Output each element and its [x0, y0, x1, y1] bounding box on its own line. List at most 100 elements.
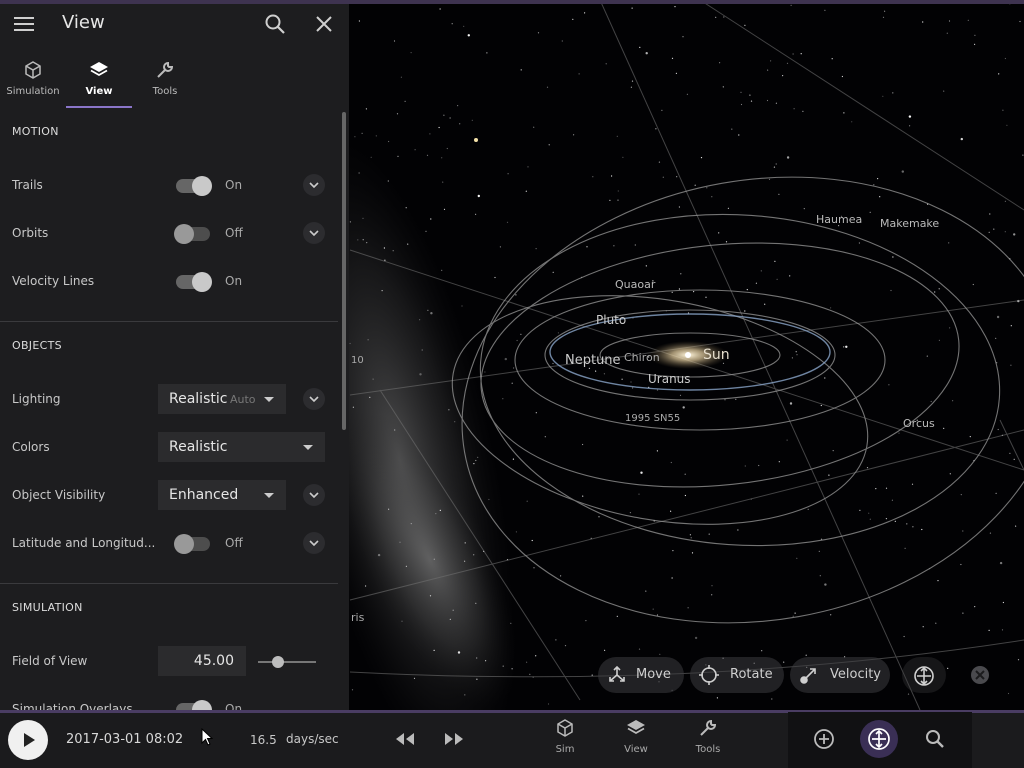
label-edge-10[interactable]: 10: [351, 355, 364, 366]
cube-icon: [557, 719, 573, 737]
label-1995-sn55[interactable]: 1995 SN55: [625, 413, 680, 424]
colors-label: Colors: [12, 440, 50, 454]
layers-icon: [627, 720, 645, 735]
section-motion-heading: MOTION: [12, 125, 59, 138]
trails-expand-button[interactable]: [303, 174, 325, 196]
rotate-button[interactable]: Rotate: [690, 657, 784, 693]
colors-dropdown[interactable]: Realistic: [158, 432, 325, 462]
velocity-lines-toggle[interactable]: [176, 272, 212, 292]
rewind-icon[interactable]: [394, 732, 416, 746]
orbits-expand-button[interactable]: [303, 222, 325, 244]
lighting-label: Lighting: [12, 392, 61, 406]
nav-view[interactable]: View: [611, 718, 661, 755]
section-divider: [0, 583, 338, 584]
nav-tools[interactable]: Tools: [683, 718, 733, 755]
rate-value[interactable]: 16.5: [250, 733, 277, 747]
lighting-expand-button[interactable]: [303, 388, 325, 410]
chevron-down-icon: [309, 230, 319, 237]
orbits-label: Orbits: [12, 226, 49, 240]
chevron-down-icon: [309, 182, 319, 189]
wrench-icon: [157, 61, 174, 78]
menu-icon[interactable]: [14, 13, 34, 33]
lat-long-toggle[interactable]: [174, 534, 210, 554]
chevron-down-icon: [309, 396, 319, 403]
move-button[interactable]: Move: [598, 657, 684, 693]
orbit-camera-icon: [914, 666, 934, 686]
tab-simulation-label: Simulation: [6, 86, 60, 97]
play-button[interactable]: [8, 720, 48, 760]
nav-sim[interactable]: Sim: [540, 718, 590, 755]
rotate-icon: [699, 665, 719, 685]
label-edge-ris[interactable]: ris: [351, 611, 364, 624]
tab-tools[interactable]: Tools: [132, 58, 198, 108]
orbit-mode-button[interactable]: [860, 720, 898, 758]
label-pluto[interactable]: Pluto: [596, 313, 626, 327]
field-of-view-input[interactable]: 45.00: [158, 646, 246, 676]
close-icon[interactable]: [313, 13, 337, 37]
close-camera-button[interactable]: [962, 657, 998, 693]
tab-view-label: View: [85, 86, 113, 97]
field-of-view-label: Field of View: [12, 654, 88, 668]
rate-unit: days/sec: [286, 732, 339, 746]
velocity-label: Velocity: [830, 667, 881, 682]
orbit-camera-button[interactable]: [902, 657, 946, 693]
trails-label: Trails: [12, 178, 43, 192]
section-objects-heading: OBJECTS: [12, 339, 62, 352]
fast-forward-icon[interactable]: [443, 732, 465, 746]
panel-header: View: [0, 0, 349, 50]
field-of-view-slider[interactable]: [258, 656, 316, 668]
move-label: Move: [636, 667, 671, 682]
section-divider: [0, 321, 338, 322]
panel-scrollbar[interactable]: [342, 112, 346, 430]
lighting-sub: Auto: [230, 393, 256, 406]
panel-title: View: [62, 12, 105, 33]
caret-down-icon: [264, 397, 274, 402]
label-quaoar[interactable]: Quaoar: [615, 278, 655, 291]
tab-simulation[interactable]: Simulation: [0, 58, 66, 108]
sim-datetime[interactable]: 2017-03-01 08:02: [66, 732, 183, 747]
zoom-in-button[interactable]: [805, 720, 843, 758]
panel-body[interactable]: MOTION Trails On Orbits Off Velocity Lin…: [0, 108, 340, 710]
view-panel: View Simulation View Tools MOTION Trails…: [0, 0, 349, 710]
caret-down-icon: [303, 445, 313, 450]
label-chiron[interactable]: Chiron: [624, 351, 660, 364]
nav-sim-label: Sim: [555, 744, 575, 755]
trails-toggle[interactable]: [176, 176, 212, 196]
label-haumea[interactable]: Haumea: [816, 213, 862, 226]
label-makemake[interactable]: Makemake: [880, 217, 939, 230]
slider-thumb[interactable]: [271, 656, 284, 668]
object-visibility-expand-button[interactable]: [303, 484, 325, 506]
simulation-overlays-toggle[interactable]: [176, 700, 212, 710]
field-of-view-value: 45.00: [193, 653, 234, 669]
nav-tools-label: Tools: [695, 744, 721, 755]
label-orcus[interactable]: Orcus: [903, 417, 935, 430]
velocity-button[interactable]: Velocity: [790, 657, 890, 693]
object-visibility-dropdown[interactable]: Enhanced: [158, 480, 286, 510]
search-icon[interactable]: [264, 13, 288, 37]
simulation-overlays-label: Simulation Overlays: [12, 702, 133, 710]
lat-long-state: Off: [225, 536, 243, 550]
caret-down-icon: [264, 493, 274, 498]
colors-value: Realistic: [169, 439, 228, 455]
section-simulation-heading: SIMULATION: [12, 601, 83, 614]
label-neptune[interactable]: Neptune: [565, 353, 621, 368]
velocity-lines-label: Velocity Lines: [12, 274, 95, 288]
cube-icon: [25, 61, 41, 79]
chevron-down-icon: [309, 492, 319, 499]
lat-long-expand-button[interactable]: [303, 532, 325, 554]
orbits-toggle[interactable]: [174, 224, 210, 244]
plus-circle-icon: [814, 729, 834, 749]
top-accent-line: [0, 0, 1024, 4]
trails-state: On: [225, 178, 243, 192]
label-uranus[interactable]: Uranus: [648, 372, 691, 386]
tab-view[interactable]: View: [66, 58, 132, 108]
search-button[interactable]: [916, 720, 954, 758]
tab-tools-label: Tools: [152, 86, 178, 97]
camera-tool-group: [788, 712, 972, 768]
layers-icon: [90, 62, 108, 77]
object-visibility-value: Enhanced: [169, 487, 239, 503]
panel-tabs: Simulation View Tools: [0, 58, 349, 108]
lighting-dropdown[interactable]: Realistic Auto: [158, 384, 286, 414]
label-sun[interactable]: Sun: [703, 347, 730, 363]
close-circle-icon: [971, 666, 989, 684]
